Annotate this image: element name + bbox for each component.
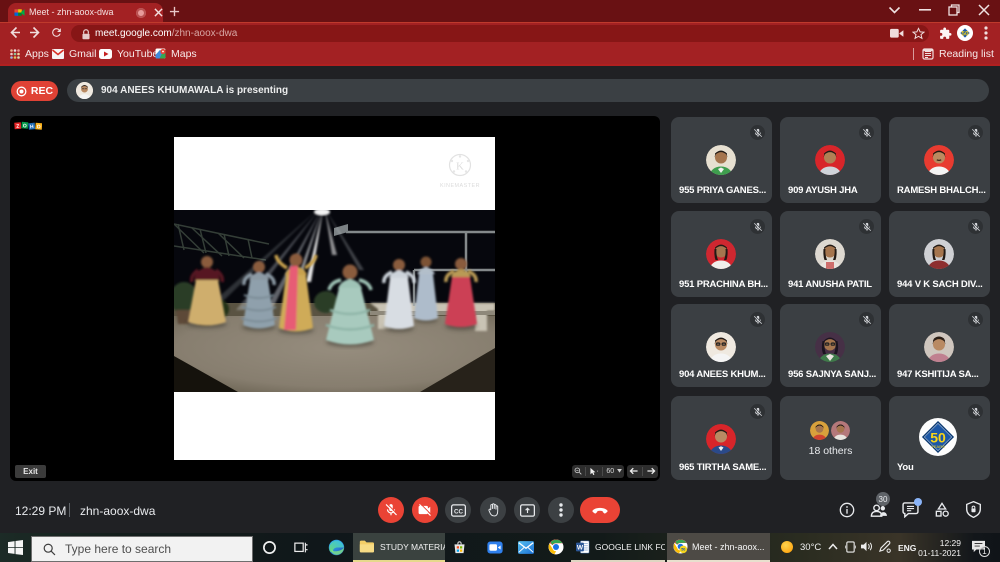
- svg-text:O: O: [37, 124, 41, 130]
- svg-text:W: W: [577, 544, 584, 551]
- svg-text:KINEMASTER: KINEMASTER: [440, 183, 480, 189]
- svg-text:50: 50: [961, 30, 969, 37]
- svg-text:Z: Z: [16, 124, 19, 130]
- svg-text:O: O: [23, 123, 28, 129]
- svg-text:YEARS: YEARS: [931, 444, 945, 449]
- svg-text:CC: CC: [453, 508, 463, 515]
- svg-text:50: 50: [681, 548, 685, 552]
- svg-text:K: K: [456, 161, 464, 173]
